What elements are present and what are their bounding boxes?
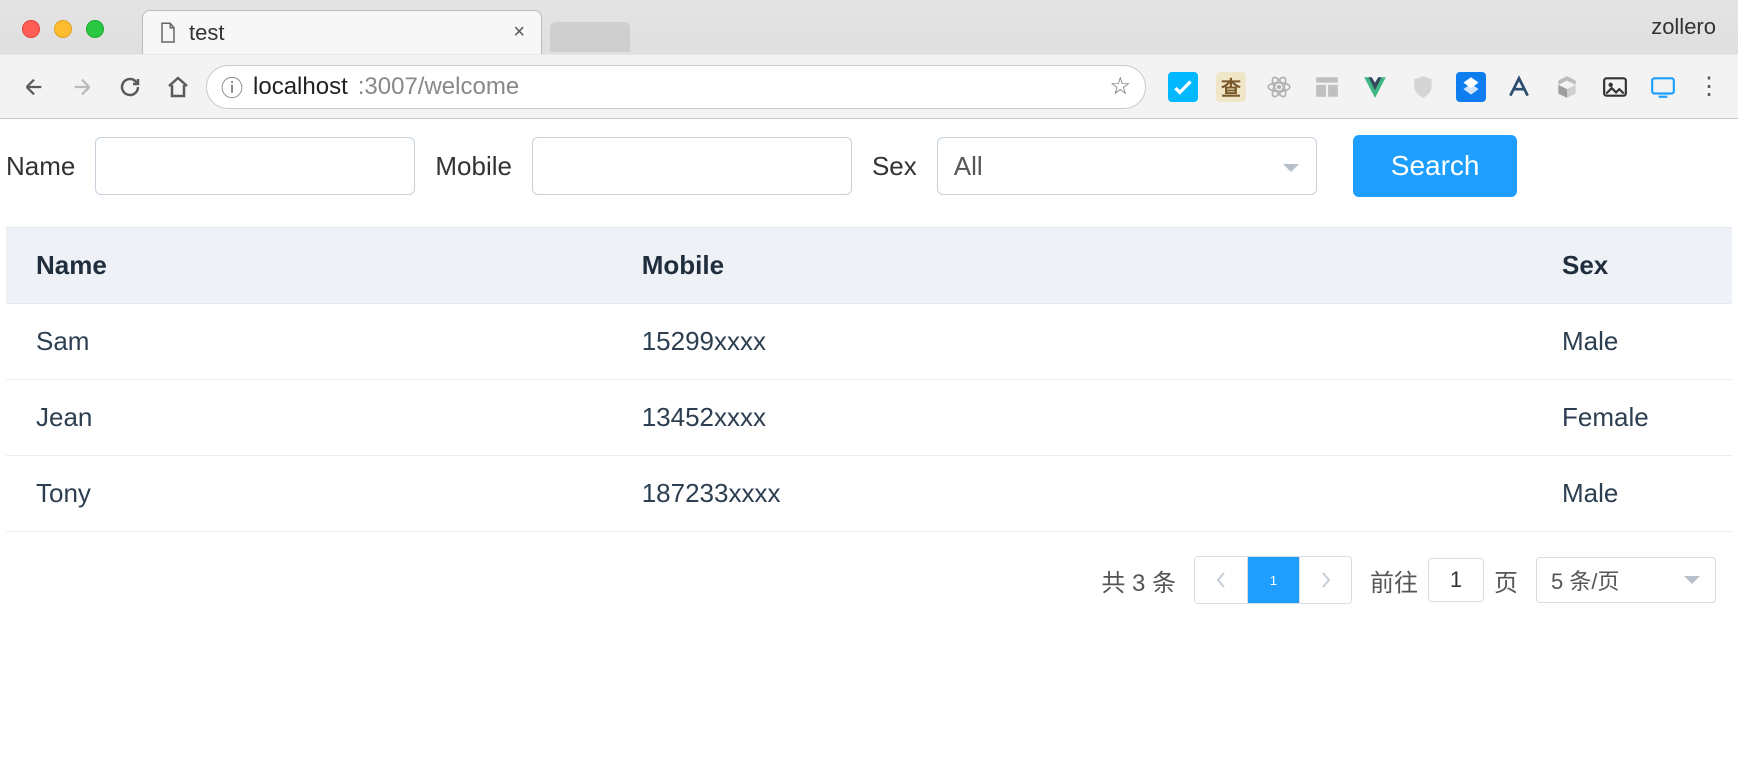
chevron-down-icon — [1282, 151, 1300, 182]
extension-bookmark-icon[interactable] — [1456, 72, 1486, 102]
cell-mobile: 15299xxxx — [612, 304, 1532, 380]
page-content: Name Mobile Sex All Search Name Mobile S… — [0, 119, 1738, 604]
extension-a-icon[interactable] — [1504, 72, 1534, 102]
table-row: Tony 187233xxxx Male — [6, 456, 1732, 532]
extension-react-icon[interactable] — [1264, 72, 1294, 102]
mobile-label: Mobile — [435, 151, 512, 182]
close-tab-button[interactable]: × — [513, 21, 525, 44]
browser-menu-button[interactable]: ⋮ — [1694, 72, 1724, 101]
page-size-select[interactable]: 5 条/页 — [1536, 557, 1716, 603]
prev-page-button[interactable] — [1195, 557, 1247, 603]
extension-cast-icon[interactable] — [1648, 72, 1678, 102]
tab-title: test — [189, 20, 501, 46]
extension-layout-icon[interactable] — [1312, 72, 1342, 102]
cell-name: Jean — [6, 380, 612, 456]
forward-button[interactable] — [62, 67, 102, 107]
sex-select[interactable]: All — [937, 137, 1317, 195]
bookmark-star-icon[interactable]: ☆ — [1109, 72, 1131, 101]
extension-image-icon[interactable] — [1600, 72, 1630, 102]
cell-mobile: 13452xxxx — [612, 380, 1532, 456]
table-header-row: Name Mobile Sex — [6, 228, 1732, 304]
minimize-window-button[interactable] — [54, 20, 72, 38]
url-host: localhost — [253, 73, 348, 101]
cell-name: Sam — [6, 304, 612, 380]
url-path: :3007/welcome — [358, 73, 519, 101]
page-size-value: 5 条/页 — [1551, 564, 1619, 596]
cell-sex: Male — [1532, 456, 1732, 532]
window-controls — [22, 20, 104, 38]
name-label: Name — [6, 151, 75, 182]
pagination-pages: 1 — [1194, 556, 1352, 604]
sex-label: Sex — [872, 151, 917, 182]
browser-toolbar: ⓘ localhost :3007/welcome ☆ 查 ⋮ — [0, 54, 1738, 118]
browser-tab[interactable]: test × — [142, 10, 542, 54]
extension-cube-icon[interactable] — [1552, 72, 1582, 102]
cell-mobile: 187233xxxx — [612, 456, 1532, 532]
maximize-window-button[interactable] — [86, 20, 104, 38]
col-sex: Sex — [1532, 228, 1732, 304]
cell-name: Tony — [6, 456, 612, 532]
col-mobile: Mobile — [612, 228, 1532, 304]
extension-check-icon[interactable] — [1168, 72, 1198, 102]
address-bar[interactable]: ⓘ localhost :3007/welcome ☆ — [206, 65, 1146, 109]
pagination: 共 3 条 1 前往 页 5 条/页 — [6, 532, 1732, 604]
chevron-down-icon — [1683, 567, 1701, 593]
filter-bar: Name Mobile Sex All Search — [6, 129, 1732, 227]
name-input[interactable] — [95, 137, 415, 195]
goto-input[interactable] — [1428, 558, 1484, 602]
pagination-total: 共 3 条 — [1101, 563, 1176, 598]
extension-icons: 查 — [1168, 72, 1678, 102]
site-info-icon[interactable]: ⓘ — [221, 71, 243, 103]
new-tab-button[interactable] — [550, 22, 630, 52]
goto-page: 前往 页 — [1370, 558, 1518, 602]
page-icon — [159, 22, 177, 44]
results-table: Name Mobile Sex Sam 15299xxxx Male Jean … — [6, 227, 1732, 532]
col-name: Name — [6, 228, 612, 304]
cell-sex: Male — [1532, 304, 1732, 380]
extension-cjk-icon[interactable]: 查 — [1216, 72, 1246, 102]
tab-strip: test × zollero — [0, 0, 1738, 54]
mobile-input[interactable] — [532, 137, 852, 195]
back-button[interactable] — [14, 67, 54, 107]
sex-select-value: All — [954, 151, 983, 182]
search-button[interactable]: Search — [1353, 135, 1518, 197]
table-row: Sam 15299xxxx Male — [6, 304, 1732, 380]
extension-vue-icon[interactable] — [1360, 72, 1390, 102]
browser-chrome: test × zollero ⓘ localhost :3007/welcome … — [0, 0, 1738, 119]
cell-sex: Female — [1532, 380, 1732, 456]
reload-button[interactable] — [110, 67, 150, 107]
page-1-button[interactable]: 1 — [1247, 557, 1299, 603]
table-row: Jean 13452xxxx Female — [6, 380, 1732, 456]
profile-name[interactable]: zollero — [1651, 14, 1716, 40]
close-window-button[interactable] — [22, 20, 40, 38]
home-button[interactable] — [158, 67, 198, 107]
next-page-button[interactable] — [1299, 557, 1351, 603]
goto-prefix: 前往 — [1370, 563, 1418, 598]
goto-suffix: 页 — [1494, 563, 1518, 598]
extension-shield-icon[interactable] — [1408, 72, 1438, 102]
